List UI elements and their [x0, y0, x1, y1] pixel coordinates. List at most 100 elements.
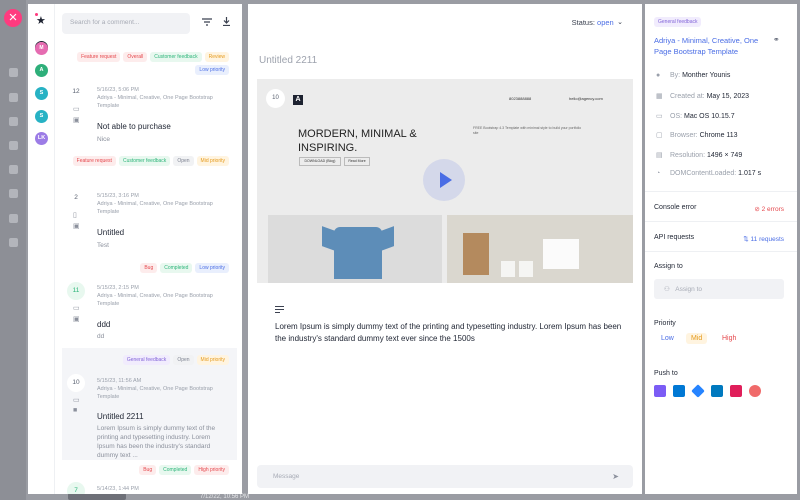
branding-image	[447, 215, 633, 283]
comment-detail: Status: open ⌄ Untitled 2211 10 A 802388…	[248, 4, 642, 494]
comment-title: Untitled	[97, 228, 125, 237]
tag-list: General feedback Open Mid priority	[59, 355, 229, 365]
console-label: Console error	[654, 204, 697, 211]
row-value: Monther Younis	[682, 72, 731, 79]
page-link[interactable]: Adriya - Minimal, Creative, One Page Boo…	[654, 35, 769, 57]
status-dropdown[interactable]: Status: open	[572, 18, 620, 27]
comment-meta: 5/16/23, 5:06 PM Adriya - Minimal, Creat…	[97, 86, 227, 110]
comment-number: 2	[67, 189, 85, 207]
slack-icon[interactable]	[730, 385, 742, 397]
console-errors-link[interactable]: ⊘ 2 errors	[754, 205, 784, 213]
azure-devops-icon[interactable]	[673, 385, 685, 397]
avatar[interactable]: LK	[35, 132, 48, 145]
comment-number: 10	[67, 374, 85, 392]
clickup-icon[interactable]	[654, 385, 666, 397]
comment-card[interactable]: Feature request Customer feedback Open M…	[62, 156, 237, 250]
status-label: Status:	[571, 18, 595, 27]
info-row-author: ● By: Monther Younis	[656, 72, 730, 79]
trash-icon	[9, 189, 18, 198]
avatar[interactable]: S	[35, 110, 48, 123]
priority-mid[interactable]: Mid	[686, 333, 708, 344]
api-label: API requests	[654, 234, 695, 241]
comment-card[interactable]: Bug Completed High priority 7 5/14/23, 1…	[62, 465, 237, 494]
info-row-resolution: ▤ Resolution: 1496 × 749	[656, 151, 742, 159]
tag: Review	[204, 52, 229, 62]
tag: Feature request	[72, 156, 116, 166]
avatar[interactable]: S	[35, 87, 48, 100]
row-value: May 15, 2023	[706, 93, 750, 100]
api-value: 11 requests	[750, 236, 784, 243]
asana-icon[interactable]	[749, 385, 761, 397]
divider	[645, 251, 797, 252]
priority-low[interactable]: Low	[656, 333, 679, 344]
assign-input[interactable]: ⚇ Assign to	[654, 279, 784, 299]
comment-meta: 5/15/23, 11:56 AM Adriya - Minimal, Crea…	[97, 377, 227, 401]
comment-number: 12	[67, 83, 85, 101]
row-label: Resolution:	[670, 152, 706, 159]
close-button[interactable]: ×	[4, 9, 22, 27]
status-tag: Completed	[160, 263, 193, 273]
dashboard-icon	[9, 68, 18, 77]
avatar[interactable]: M	[35, 42, 48, 55]
info-row-browser: ▢ Browser: Chrome 113	[656, 131, 738, 139]
comment-title: Not able to purchase	[97, 122, 171, 131]
status-tag: Open	[173, 156, 194, 166]
comment-number: 11	[67, 282, 85, 300]
search-input[interactable]: Search for a comment...	[62, 13, 190, 34]
tag-list: Bug Completed High priority	[59, 465, 229, 475]
help-icon	[9, 214, 18, 223]
page-title[interactable]: Untitled 2211	[259, 55, 317, 66]
divider	[645, 191, 797, 192]
row-label: OS:	[670, 113, 683, 120]
cup	[501, 261, 515, 277]
comment-number: 7	[67, 482, 85, 494]
tag-list: Feature request Customer feedback Open M…	[59, 156, 229, 166]
comment-card-active[interactable]: General feedback Open Mid priority 10 ▭ …	[62, 348, 237, 460]
status-value: open	[597, 18, 614, 27]
shirt	[334, 227, 382, 279]
screenshot-preview[interactable]: 10 A 8023888888 hello@agency.com MORDERN…	[257, 79, 633, 283]
priority-tag: Low priority	[195, 65, 229, 75]
stationery	[543, 239, 579, 269]
comment-body: dd	[97, 333, 105, 340]
tshirt-image	[268, 215, 442, 283]
laptop-icon: ▭	[73, 106, 80, 113]
screenshot-number: 10	[266, 89, 285, 108]
calendar-icon: ▦	[656, 93, 663, 100]
link-icon[interactable]: ⚭	[773, 35, 780, 44]
download-icon[interactable]	[220, 17, 232, 29]
tag: General feedback	[122, 355, 171, 365]
site-button: Read More	[344, 157, 370, 166]
api-requests-link[interactable]: ⇅ 11 requests	[743, 235, 784, 243]
avatar-rail: ★ ⟳ A S S LK M	[28, 4, 55, 494]
filter-icon[interactable]	[201, 17, 213, 29]
chevron-down-icon[interactable]: ⌄	[617, 18, 623, 26]
users-icon: ⚇	[664, 286, 670, 293]
tag: Bug	[140, 263, 158, 273]
info-panel: General feedback Adriya - Minimal, Creat…	[645, 4, 797, 494]
tag: Bug	[139, 465, 157, 475]
info-row-created: ▦ Created at: May 15, 2023	[656, 92, 749, 100]
play-button[interactable]	[423, 159, 465, 201]
avatar[interactable]: A	[35, 64, 48, 77]
tag-list: Bug Completed Low priority	[59, 263, 229, 273]
comment-card[interactable]: Bug Completed Low priority 11 ▭ ▣ 5/15/2…	[62, 263, 237, 347]
divider	[645, 221, 797, 222]
send-icon[interactable]: ➤	[612, 472, 619, 481]
play-icon	[440, 172, 452, 188]
row-label: Created at:	[670, 93, 705, 100]
site-logo: A	[293, 95, 303, 105]
priority-high[interactable]: High	[717, 333, 741, 344]
star-icon[interactable]: ★	[36, 14, 46, 27]
comment-date: 5/14/23, 1:44 PM	[97, 486, 139, 492]
video-icon: ■	[73, 407, 78, 414]
comment-meta: 5/15/23, 2:15 PM Adriya - Minimal, Creat…	[97, 284, 227, 308]
message-input[interactable]: Message ➤	[257, 465, 633, 488]
resolution-icon: ▤	[656, 152, 663, 159]
site-phone: 8023888888	[509, 96, 532, 101]
jira-icon[interactable]	[691, 384, 705, 398]
comment-title: Untitled 2211	[97, 412, 144, 421]
trello-icon[interactable]	[711, 385, 723, 397]
comment-card[interactable]: Feature request Overall Customer feedbac…	[62, 52, 237, 144]
comment-date: 5/15/23, 3:16 PM Adriya - Minimal, Creat…	[97, 193, 213, 215]
